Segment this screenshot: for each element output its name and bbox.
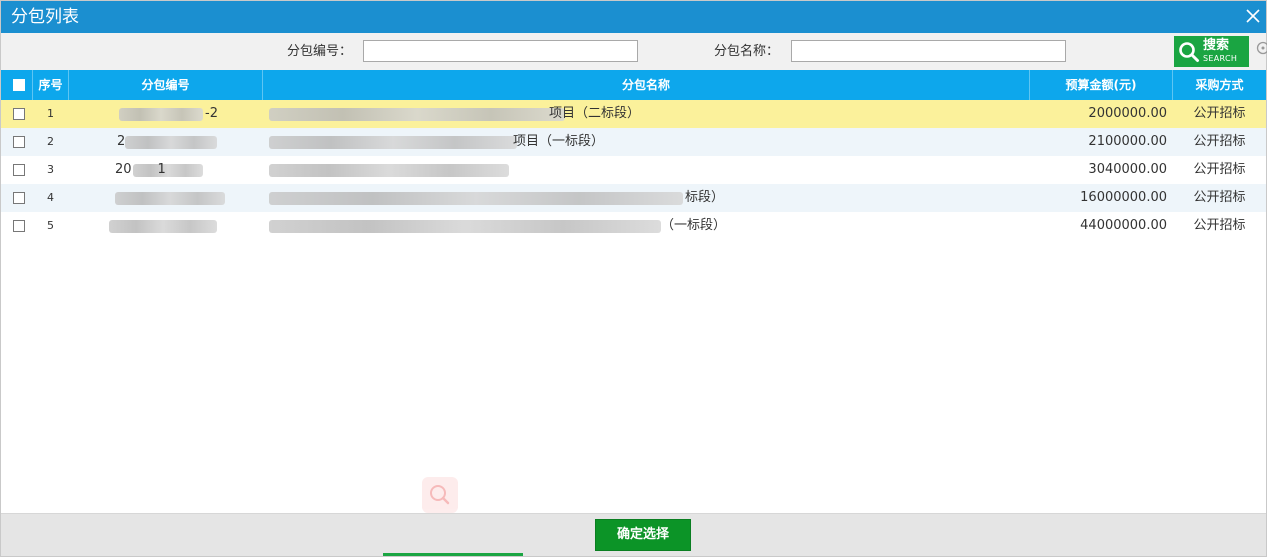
redacted-code xyxy=(115,192,225,205)
row-amount: 2000000.00 xyxy=(1088,106,1167,121)
row-name: 项目（二标段） xyxy=(549,106,641,121)
search-button[interactable]: 搜索 SEARCH xyxy=(1174,36,1249,67)
row-index: 4 xyxy=(47,191,54,204)
row-name: 项目（一标段） xyxy=(513,134,605,149)
row-method: 公开招标 xyxy=(1193,218,1246,233)
row-amount: 16000000.00 xyxy=(1080,190,1167,205)
confirm-select-button[interactable]: 确定选择 xyxy=(595,519,691,551)
row-amount: 3040000.00 xyxy=(1088,162,1167,177)
redacted-code xyxy=(125,136,217,149)
table-row[interactable]: 1 -2 项目（二标段） 2000000.00 公开招标 xyxy=(1,100,1266,128)
select-all-cell xyxy=(1,70,33,100)
row-index: 5 xyxy=(47,219,54,232)
row-index: 1 xyxy=(47,107,54,120)
package-code-input[interactable] xyxy=(363,40,638,62)
select-all-checkbox[interactable] xyxy=(13,79,25,91)
search-button-label: 搜索 xyxy=(1203,38,1230,53)
column-header-index[interactable]: 序号 xyxy=(33,70,69,100)
table-row[interactable]: 2 2 项目（一标段） 2100000.00 公开招标 xyxy=(1,128,1266,156)
table-row[interactable]: 3 20 1 3040000.00 公开招标 xyxy=(1,156,1266,184)
row-index: 3 xyxy=(47,163,54,176)
table-row[interactable]: 5 （一标段） 44000000.00 公开招标 xyxy=(1,212,1266,240)
close-icon[interactable] xyxy=(1242,5,1264,27)
redacted-code xyxy=(109,220,217,233)
row-checkbox[interactable] xyxy=(13,192,25,204)
dialog-title: 分包列表 xyxy=(11,7,79,27)
floating-search-icon[interactable] xyxy=(422,477,458,513)
table-row[interactable]: 4 标段） 16000000.00 公开招标 xyxy=(1,184,1266,212)
redacted-name xyxy=(269,192,683,205)
column-header-method[interactable]: 采购方式 xyxy=(1173,70,1266,100)
row-amount: 44000000.00 xyxy=(1080,218,1167,233)
package-name-input[interactable] xyxy=(791,40,1066,62)
footer-accent-line xyxy=(383,553,523,556)
row-amount: 2100000.00 xyxy=(1088,134,1167,149)
row-method: 公开招标 xyxy=(1193,134,1246,149)
redacted-code xyxy=(119,108,203,121)
redacted-name xyxy=(269,164,509,177)
redacted-name xyxy=(269,108,565,121)
row-code: -2 xyxy=(205,106,218,121)
redacted-name xyxy=(269,220,661,233)
row-checkbox[interactable] xyxy=(13,136,25,148)
search-icon xyxy=(430,485,450,505)
row-checkbox[interactable] xyxy=(13,164,25,176)
column-header-name[interactable]: 分包名称 xyxy=(263,70,1030,100)
dialog-titlebar: 分包列表 xyxy=(1,1,1266,33)
row-method: 公开招标 xyxy=(1193,106,1246,121)
row-checkbox[interactable] xyxy=(13,108,25,120)
package-list-dialog: 分包列表 分包编号： 分包名称： 搜索 SEARCH 序号 分包编号 分包名称 … xyxy=(0,0,1267,557)
table-header: 序号 分包编号 分包名称 预算金额(元) 采购方式 xyxy=(1,70,1266,100)
redacted-name xyxy=(269,136,517,149)
search-button-sublabel: SEARCH xyxy=(1203,54,1238,63)
search-bar: 分包编号： 分包名称： 搜索 SEARCH xyxy=(1,33,1267,70)
row-name: （一标段） xyxy=(661,218,727,233)
row-index: 2 xyxy=(47,135,54,148)
row-method: 公开招标 xyxy=(1193,162,1246,177)
package-name-label: 分包名称： xyxy=(714,44,780,59)
row-name: 标段） xyxy=(685,190,725,205)
dialog-footer: 确定选择 xyxy=(1,513,1266,556)
row-method: 公开招标 xyxy=(1193,190,1246,205)
row-code: 20 1 xyxy=(115,162,166,177)
search-icon xyxy=(1179,42,1199,62)
refresh-icon[interactable] xyxy=(1256,41,1267,55)
package-code-label: 分包编号： xyxy=(287,44,353,59)
row-checkbox[interactable] xyxy=(13,220,25,232)
column-header-amount[interactable]: 预算金额(元) xyxy=(1030,70,1173,100)
column-header-code[interactable]: 分包编号 xyxy=(69,70,263,100)
